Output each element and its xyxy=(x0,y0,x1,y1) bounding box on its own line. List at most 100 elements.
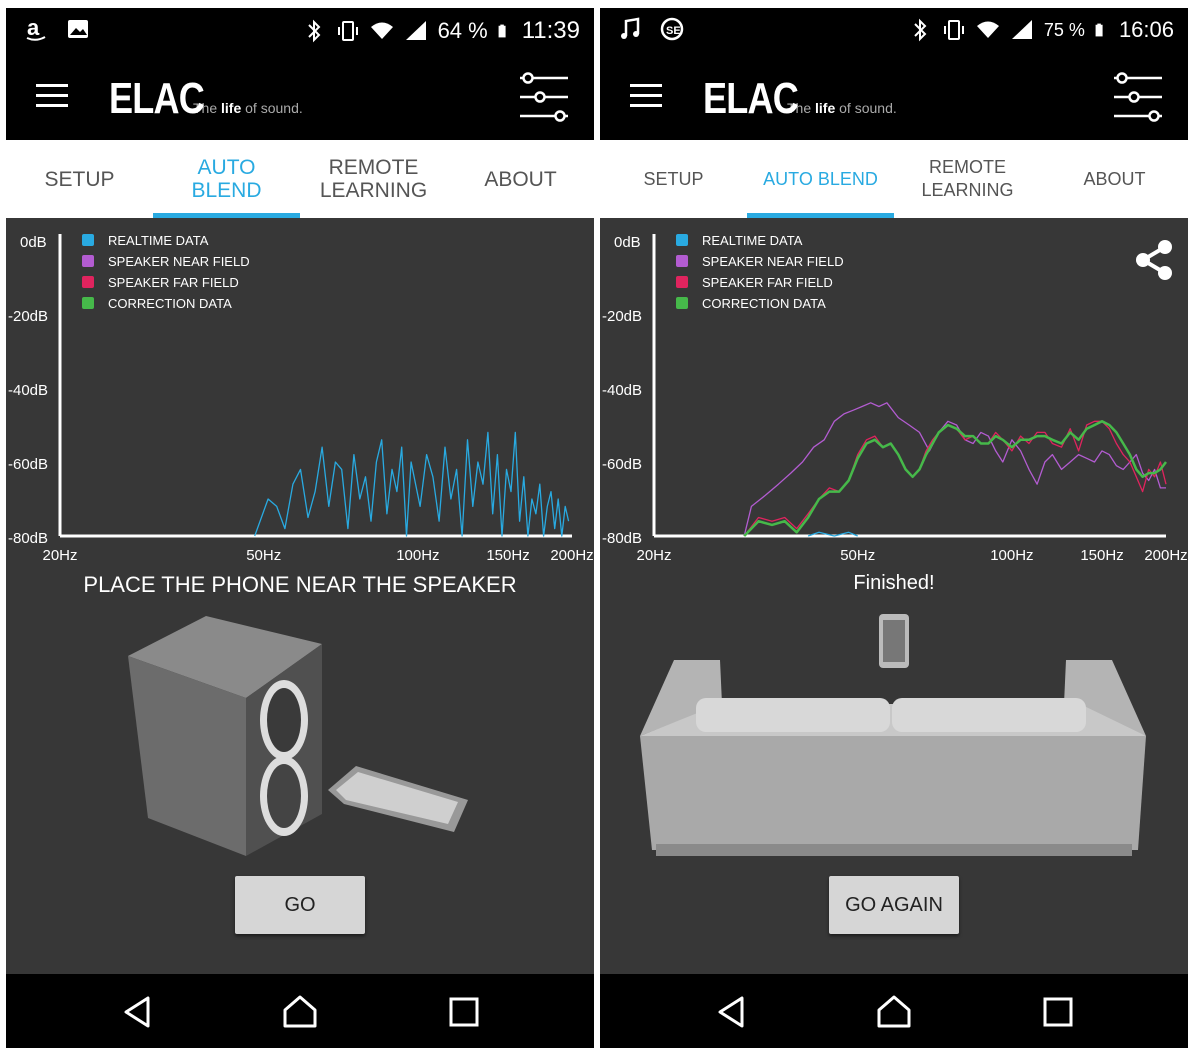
amazon-icon: a xyxy=(26,16,46,41)
legend-swatch xyxy=(82,255,94,267)
home-icon[interactable] xyxy=(280,992,320,1032)
legend-label: SPEAKER FAR FIELD xyxy=(108,275,239,290)
tab-auto-blend[interactable]: AUTO BLEND xyxy=(153,140,300,218)
legend-swatch xyxy=(82,276,94,288)
tab-remote-learning[interactable]: REMOTE LEARNING xyxy=(894,140,1041,218)
svg-text:SE: SE xyxy=(666,25,681,37)
clock: 16:06 xyxy=(1118,17,1174,42)
legend-swatch xyxy=(676,297,688,309)
battery-icon xyxy=(498,24,506,38)
legend-swatch xyxy=(82,234,94,246)
bluetooth-icon xyxy=(914,18,927,42)
frequency-response-chart: 0dB -20dB -40dB -60dB -80dB 20Hz 50Hz 100Hz 150H… xyxy=(600,218,1188,568)
sliders-icon[interactable] xyxy=(518,72,570,122)
status-bar: SE 75 % 16:06 xyxy=(600,8,1188,52)
signal-icon xyxy=(405,21,426,40)
y-tick-label: -20dB xyxy=(8,308,48,325)
x-tick-label: 50Hz xyxy=(246,547,281,564)
tab-about[interactable]: ABOUT xyxy=(447,140,594,218)
signal-icon xyxy=(1011,20,1032,39)
legend-label: CORRECTION DATA xyxy=(702,296,826,311)
x-tick-label: 100Hz xyxy=(990,547,1033,564)
legend-label: REALTIME DATA xyxy=(108,233,209,248)
x-tick-label: 150Hz xyxy=(1080,547,1123,564)
legend-swatch xyxy=(676,255,688,267)
elac-logo: ELAC The life of sound. xyxy=(703,74,897,124)
recents-square-icon[interactable] xyxy=(1038,992,1078,1032)
y-tick-label: -40dB xyxy=(602,382,642,399)
vibrate-icon xyxy=(943,20,964,40)
legend-label: CORRECTION DATA xyxy=(108,296,232,311)
tab-setup[interactable]: SETUP xyxy=(600,140,747,218)
go-again-button[interactable]: GO AGAIN xyxy=(829,876,959,934)
tab-auto-blend[interactable]: AUTO BLEND xyxy=(747,140,894,218)
battery-percent: 75 % xyxy=(1043,19,1085,40)
x-tick-label: 200Hz xyxy=(1144,547,1187,564)
image-icon xyxy=(68,20,88,38)
legend-label: SPEAKER NEAR FIELD xyxy=(108,254,250,269)
sliders-icon[interactable] xyxy=(1112,72,1164,122)
legend-swatch xyxy=(676,276,688,288)
y-tick-label: -80dB xyxy=(602,530,642,547)
legend-label: REALTIME DATA xyxy=(702,233,803,248)
sofa-phone-illustration xyxy=(640,614,1146,856)
legend-swatch xyxy=(82,297,94,309)
x-tick-label: 20Hz xyxy=(636,547,671,564)
elac-logo: ELAC The life of sound. xyxy=(109,74,303,124)
hamburger-menu-icon[interactable] xyxy=(630,84,662,108)
bluetooth-icon xyxy=(307,19,320,43)
legend-swatch xyxy=(676,234,688,246)
share-icon[interactable] xyxy=(1132,238,1176,282)
tab-bar: SETUP AUTO BLEND REMOTE LEARNING ABOUT xyxy=(600,140,1188,218)
frequency-response-chart: 0dB -20dB -40dB -60dB -80dB 20Hz 50Hz 100Hz 150H… xyxy=(6,218,594,568)
y-tick-label: -40dB xyxy=(8,382,48,399)
legend-label: SPEAKER NEAR FIELD xyxy=(702,254,844,269)
y-tick-label: 0dB xyxy=(614,234,641,251)
y-tick-label: -20dB xyxy=(602,308,642,325)
logo-wordmark: ELAC xyxy=(109,74,205,123)
tab-remote-learning[interactable]: REMOTE LEARNING xyxy=(300,140,447,218)
tab-about[interactable]: ABOUT xyxy=(1041,140,1188,218)
recents-square-icon[interactable] xyxy=(444,992,484,1032)
battery-icon xyxy=(1095,23,1103,37)
series-line-realtime-data xyxy=(254,431,570,537)
phone-screen-left: a 64 % 11:39 ELAC The life of sound. SET… xyxy=(6,8,594,1048)
back-triangle-icon[interactable] xyxy=(712,992,752,1032)
series-line-correction-data xyxy=(743,420,1167,537)
wifi-icon xyxy=(976,21,999,38)
status-bar: a 64 % 11:39 xyxy=(6,8,594,52)
instruction-message: PLACE THE PHONE NEAR THE SPEAKER xyxy=(83,572,517,597)
navigation-bar xyxy=(6,974,594,1048)
y-tick-label: -60dB xyxy=(602,456,642,473)
app-badge-icon: SE xyxy=(660,17,684,41)
logo-wordmark: ELAC xyxy=(703,74,799,123)
phone-screen-right: SE 75 % 16:06 ELAC The life of sound. SE… xyxy=(600,8,1188,1048)
logo-tagline: The life of sound. xyxy=(787,100,897,116)
tab-setup[interactable]: SETUP xyxy=(6,140,153,218)
logo-tagline: The life of sound. xyxy=(193,100,303,116)
clock: 11:39 xyxy=(521,17,580,44)
legend-label: SPEAKER FAR FIELD xyxy=(702,275,833,290)
app-bar: ELAC The life of sound. xyxy=(6,52,594,140)
back-triangle-icon[interactable] xyxy=(118,992,158,1032)
x-tick-label: 100Hz xyxy=(396,547,439,564)
chart-svg: 0dB -20dB -40dB -60dB -80dB20Hz 50Hz 100Hz 150H… xyxy=(602,233,1188,564)
y-tick-label: -60dB xyxy=(8,456,48,473)
y-tick-label: 0dB xyxy=(20,234,47,251)
svg-text:a: a xyxy=(27,16,40,40)
go-button[interactable]: GO xyxy=(235,876,365,934)
vibrate-icon xyxy=(337,21,358,41)
x-tick-label: 50Hz xyxy=(840,547,875,564)
status-message: Finished! xyxy=(853,572,935,594)
y-tick-label: -80dB xyxy=(8,530,48,547)
x-tick-label: 150Hz xyxy=(486,547,529,564)
navigation-bar xyxy=(600,974,1188,1048)
speaker-phone-illustration xyxy=(128,616,468,856)
home-icon[interactable] xyxy=(874,992,914,1032)
hamburger-menu-icon[interactable] xyxy=(36,84,68,108)
chart-svg: 0dB -20dB -40dB -60dB -80dB20Hz 50Hz 100Hz 150H… xyxy=(8,233,594,564)
x-tick-label: 20Hz xyxy=(42,547,77,564)
x-tick-label: 200Hz xyxy=(550,547,593,564)
battery-percent: 64 % xyxy=(437,18,488,43)
tab-bar: SETUP AUTO BLEND REMOTE LEARNING ABOUT xyxy=(6,140,594,218)
